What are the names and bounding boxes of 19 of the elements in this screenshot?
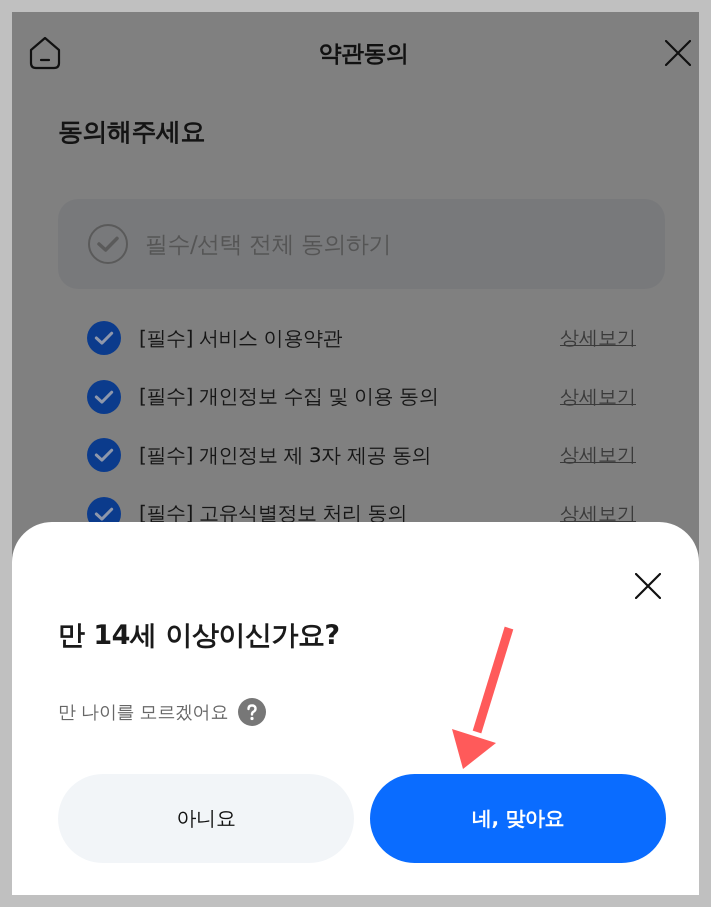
checked-circle-icon[interactable]: [87, 380, 121, 414]
check-circle-icon[interactable]: [88, 224, 128, 264]
help-text[interactable]: 만 나이를 모르겠어요: [58, 700, 228, 724]
details-link[interactable]: 상세보기: [560, 384, 636, 410]
details-link[interactable]: 상세보기: [560, 325, 636, 351]
sheet-title: 만 14세 이상이신가요?: [58, 619, 341, 653]
term-label: [필수] 서비스 이용약관: [139, 324, 344, 352]
help-icon[interactable]: [238, 698, 266, 726]
close-icon[interactable]: [635, 573, 661, 599]
term-label: [필수] 개인정보 수집 및 이용 동의: [139, 383, 440, 410]
term-label: [필수] 개인정보 제 3자 제공 동의: [139, 442, 432, 469]
details-link[interactable]: 상세보기: [560, 442, 636, 468]
decline-button[interactable]: 아니요: [58, 774, 354, 863]
heading-text: 동의해주세요: [58, 116, 206, 148]
checked-circle-icon[interactable]: [87, 438, 121, 472]
checked-circle-icon[interactable]: [87, 321, 121, 355]
home-icon[interactable]: [28, 36, 62, 70]
confirm-button[interactable]: 네, 맞아요: [370, 774, 666, 863]
page-title: 약관동의: [318, 40, 408, 68]
